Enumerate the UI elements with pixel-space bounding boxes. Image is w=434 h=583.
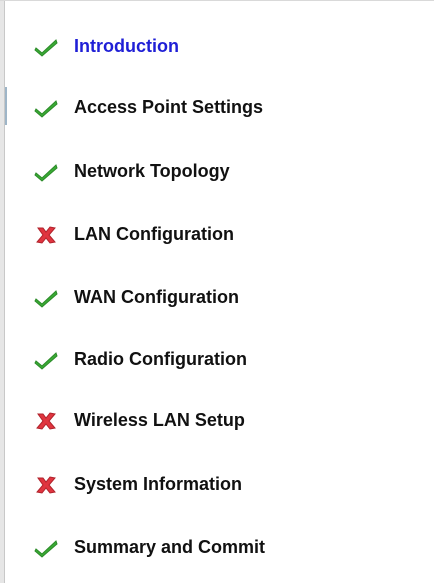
step-label: Introduction [74,36,179,56]
check-icon [34,540,58,558]
step-access-point-settings[interactable]: Access Point Settings [0,92,420,122]
step-label: Network Topology [74,161,230,181]
step-wan-configuration[interactable]: WAN Configuration [0,282,420,312]
cross-icon [36,226,56,244]
step-label: Summary and Commit [74,537,266,557]
step-lan-configuration[interactable]: LAN Configuration [0,219,420,249]
check-icon [34,164,58,182]
check-icon [34,290,58,308]
step-summary-and-commit[interactable]: Summary and Commit [0,532,420,562]
check-icon [34,39,58,57]
cross-icon [36,412,56,430]
step-wireless-lan-setup[interactable]: Wireless LAN Setup [0,405,420,435]
step-label: System Information [74,474,243,494]
step-label: Radio Configuration [74,349,247,369]
wizard-step-panel: Introduction Access Point Settings Netwo… [0,0,434,583]
step-introduction[interactable]: Introduction [0,31,420,61]
step-radio-configuration[interactable]: Radio Configuration [0,344,420,374]
step-label: Access Point Settings [74,97,264,117]
step-label: Wireless LAN Setup [74,410,245,430]
step-system-information[interactable]: System Information [0,469,420,499]
step-label: WAN Configuration [74,287,239,307]
step-label: LAN Configuration [74,224,234,244]
cross-icon [36,476,56,494]
check-icon [34,352,58,370]
step-network-topology[interactable]: Network Topology [0,156,420,186]
check-icon [34,100,58,118]
